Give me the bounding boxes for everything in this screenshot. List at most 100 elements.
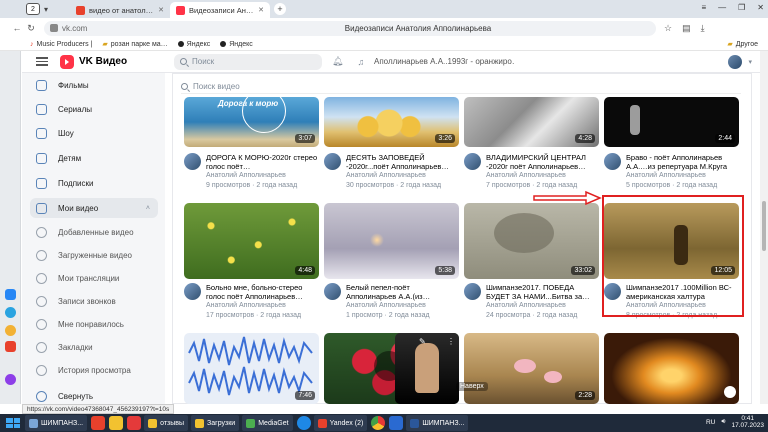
sidebar-item-history[interactable]: История просмотра [22,360,162,380]
sidebar-item-kids[interactable]: Детям [22,148,162,168]
sidebar-item-added[interactable]: Добавленные видео [22,222,162,242]
music-note-icon[interactable]: ♫ [357,57,364,67]
author-avatar[interactable] [324,283,341,300]
alice-icon[interactable] [5,374,16,385]
user-avatar[interactable] [728,54,742,69]
video-thumbnail[interactable]: 4:48 [184,203,319,279]
taskbar-item[interactable]: ШИМПАНЗ... [406,415,469,431]
taskbar-item[interactable]: MediaGet [242,415,293,431]
video-author[interactable]: Анатолий Апполинарьев [626,172,706,179]
chrome-icon[interactable] [371,416,386,430]
video-title[interactable]: ДОРОГА К МОРЮ-2020г стерео голос поёт… [206,153,318,171]
chevron-up-icon[interactable]: ˄ [146,205,150,212]
video-title[interactable]: Шимпанзе2017. ПОБЕДА БУДЕТ ЗА НАМИ...Бит… [486,283,598,301]
app-icon[interactable] [109,416,124,430]
taskbar-item[interactable]: отзывы [144,415,189,431]
author-avatar[interactable] [184,153,201,170]
sidebar-item-films[interactable]: Фильмы [22,75,162,95]
vk-app-icon[interactable] [5,289,16,300]
video-author[interactable]: Анатолий Апполинарьев [206,172,286,179]
sidebar-item-broadcasts[interactable]: Мои трансляции [22,268,162,288]
sidebar-item-liked[interactable]: Мне понравилось [22,314,162,334]
video-thumbnail[interactable] [604,333,739,404]
author-avatar[interactable] [464,153,481,170]
video-author[interactable]: Анатолий Апполинарьев [346,302,426,309]
video-thumbnail[interactable]: 2:44 [604,97,739,147]
new-tab-button[interactable]: + [274,3,287,15]
chat-bubble-icon[interactable] [724,386,736,398]
taskbar-item[interactable]: Yandex (2) [313,415,368,431]
edge-icon[interactable] [296,416,311,430]
taskbar-item[interactable]: Загрузки [191,415,240,431]
start-button[interactable] [4,416,22,430]
minimize-icon[interactable]: — [718,3,726,12]
video-thumbnail[interactable]: 4:28 [464,97,599,147]
language-indicator[interactable]: RU [706,419,715,426]
sidebar-item-shows[interactable]: Шоу [22,123,162,143]
video-title[interactable]: ВЛАДИМИРСКИЙ ЦЕНТРАЛ -2020г поёт Апполин… [486,153,598,171]
extensions-icon[interactable]: ▤ [682,23,691,34]
video-thumbnail[interactable]: 3:26 [324,97,459,147]
close-tab-icon[interactable]: ✕ [158,6,164,14]
close-tab-icon[interactable]: ✕ [258,6,264,14]
address-bar[interactable]: vk.com Видеозаписи Анатолия Апполинарьев… [44,20,656,36]
menu-icon[interactable]: ≡ [701,3,706,12]
moon-icon[interactable] [5,325,16,336]
taskbar-item[interactable]: ШИМПАНЗ... [25,415,88,431]
tab-list-chevron-icon[interactable]: ▾ [44,5,48,14]
author-avatar[interactable] [604,153,621,170]
maximize-icon[interactable]: ❐ [738,3,745,12]
sidebar-item-call-records[interactable]: Записи звонков [22,291,162,311]
mail-icon[interactable] [5,341,16,352]
menu-burger-icon[interactable] [36,57,48,66]
sidebar-item-subscriptions[interactable]: Подписки [22,173,162,193]
tab-counter[interactable]: 2 [26,3,40,15]
video-search-input[interactable]: Поиск видео [181,80,741,94]
notifications-icon[interactable]: 🔔︎ [332,56,343,67]
video-author[interactable]: Анатолий Апполинарьев [486,172,566,179]
telegram-icon[interactable] [5,307,16,318]
video-thumbnail[interactable]: ✎ ⋮ [395,333,459,404]
scrollbar-thumb[interactable] [762,201,766,251]
video-title[interactable]: ДЕСЯТЬ ЗАПОВЕДЕЙ -2020г...поёт Апполинар… [346,153,458,171]
author-avatar[interactable] [324,153,341,170]
sidebar-item-uploaded[interactable]: Загруженные видео [22,245,162,265]
video-author[interactable]: Анатолий Апполинарьев [346,172,426,179]
page-scrollbar[interactable] [760,51,768,404]
sidebar-item-my-videos[interactable]: Мои видео ˄ [30,198,158,218]
bookmark-item[interactable]: Яндекс [177,41,210,48]
bookmark-item[interactable]: ▰ розан парке ма… [102,40,167,49]
browser-tab-2[interactable]: Видеозаписи Анатолия А… ✕ [170,2,271,18]
video-thumbnail[interactable]: Дорога к морю 3:07 [184,97,319,147]
sidebar-item-collapse[interactable]: Свернуть [22,386,162,406]
video-thumbnail[interactable]: 7:46 [184,333,319,404]
video-thumbnail[interactable]: 33:02 [464,203,599,279]
clock[interactable]: 0:41 17.07.2023 [731,415,764,429]
app-icon[interactable] [389,416,404,430]
sidebar-item-bookmarks[interactable]: Закладки [22,337,162,357]
app-icon[interactable] [127,416,142,430]
now-playing-text[interactable]: Аполлинарьев А.А..1993г - оранжиро… [374,57,514,66]
video-thumbnail[interactable]: 5:38 [324,203,459,279]
download-icon[interactable]: ⤓ [701,23,705,34]
vk-brand[interactable]: VK Видео [79,56,127,67]
scroll-to-top-button[interactable]: Наверх [456,382,488,391]
author-avatar[interactable] [464,283,481,300]
chevron-down-icon[interactable]: ▾ [748,58,752,66]
yandex-browser-icon[interactable] [91,416,106,430]
edit-icon[interactable]: ✎ [419,337,426,346]
vk-video-logo-icon[interactable] [60,54,74,69]
other-bookmarks[interactable]: ▰ Другое [727,40,758,49]
vk-search-input[interactable]: Поиск [174,53,322,70]
close-window-icon[interactable]: ✕ [757,3,764,12]
author-avatar[interactable] [184,283,201,300]
video-title[interactable]: Браво - поёт Апполинарьев А.А.…из реперт… [626,153,738,171]
browser-tab-1[interactable]: видео от анатолия апол… ✕ [70,2,170,18]
bookmark-item[interactable]: ♪ Music Producers | [30,41,92,48]
sidebar-item-series[interactable]: Сериалы [22,99,162,119]
bookmark-icon[interactable]: ☆ [664,23,672,34]
video-thumbnail[interactable]: 2:28 [464,333,599,404]
video-author[interactable]: Анатолий Апполинарьев [486,302,566,309]
volume-icon[interactable]: 🔊︎ [721,418,725,426]
bookmark-item[interactable]: Яндекс [220,41,253,48]
